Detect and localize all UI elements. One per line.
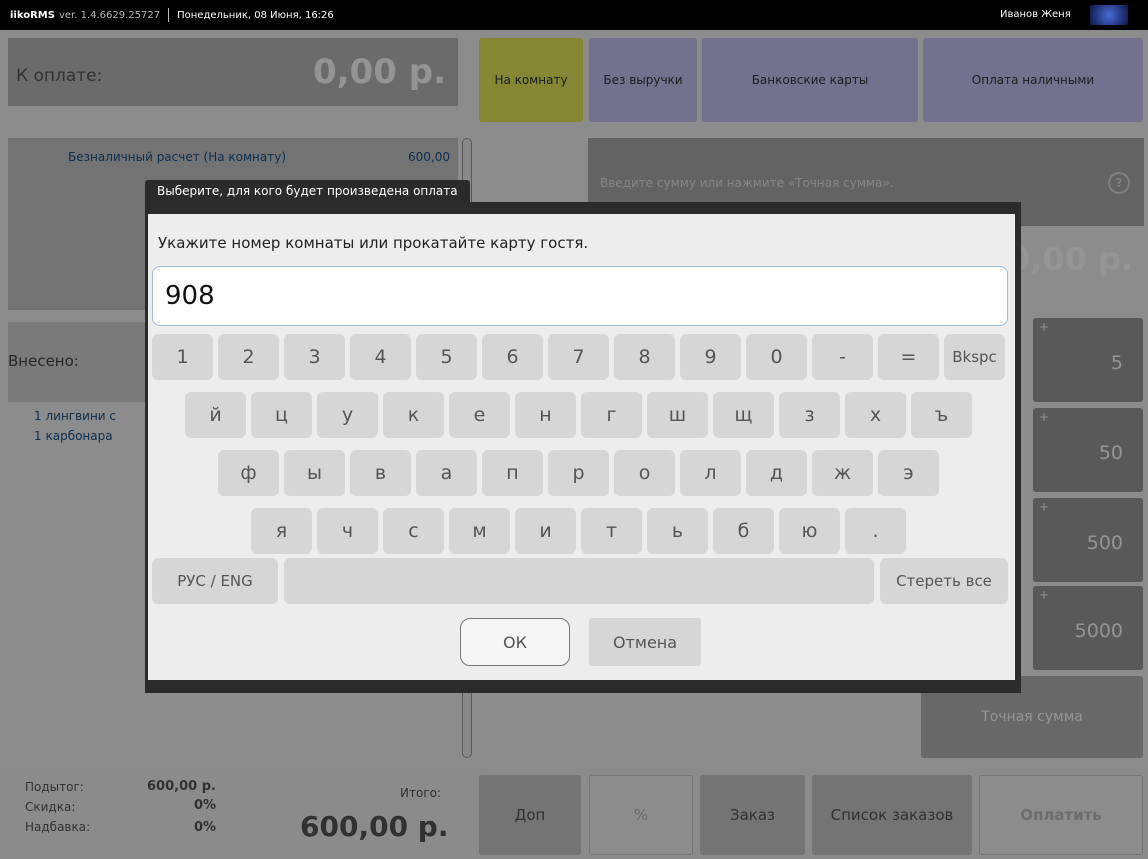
key-row4-2[interactable]: с <box>383 508 444 554</box>
key-row4-9[interactable]: . <box>845 508 906 554</box>
key-row4-8[interactable]: ю <box>779 508 840 554</box>
lang-switch-key[interactable]: РУС / ENG <box>152 558 278 604</box>
help-icon[interactable]: ? <box>1108 172 1130 194</box>
dialog-title: Выберите, для кого будет произведена опл… <box>145 180 470 202</box>
key-row2-10[interactable]: х <box>845 392 906 438</box>
discount-value: 0% <box>194 798 217 813</box>
key-row2-0[interactable]: й <box>185 392 246 438</box>
payment-line-amount: 600,00 <box>408 150 450 164</box>
extra-button[interactable]: Доп <box>479 775 581 855</box>
surcharge-label: Надбавка: <box>25 820 91 834</box>
quick-amount-5-button[interactable]: +5 <box>1033 318 1143 402</box>
datetime: Понедельник, 08 Июня, 16:26 <box>177 9 334 21</box>
total-label: Итого: <box>400 786 441 800</box>
clear-all-key[interactable]: Стереть все <box>880 558 1008 604</box>
key-row1-1[interactable]: 2 <box>218 334 279 380</box>
user-name: Иванов Женя <box>1000 9 1071 20</box>
key-row1-5[interactable]: 6 <box>482 334 543 380</box>
title-bar: iikoRMS ver. 1.4.6629.25727 Понедельник,… <box>0 0 1148 30</box>
key-row4-0[interactable]: я <box>251 508 312 554</box>
key-row3-1[interactable]: ы <box>284 450 345 496</box>
amount-due-label: К оплате: <box>16 66 103 86</box>
ok-button[interactable]: ОК <box>460 618 570 666</box>
discount-label: Скидка: <box>25 800 76 814</box>
payment-line-label[interactable]: Безналичный расчет (На комнату) <box>68 150 286 164</box>
key-row1-12[interactable]: Bkspc <box>944 334 1005 380</box>
quick-amount-500-button[interactable]: +500 <box>1033 498 1143 582</box>
key-row2-6[interactable]: г <box>581 392 642 438</box>
list-item: 1 карбонара <box>34 429 113 443</box>
dialog-prompt: Укажите номер комнаты или прокатайте кар… <box>158 234 589 252</box>
key-row1-3[interactable]: 4 <box>350 334 411 380</box>
quick-amount-50-button[interactable]: +50 <box>1033 408 1143 492</box>
total-value: 600,00 р. <box>300 810 449 843</box>
key-row2-4[interactable]: е <box>449 392 510 438</box>
key-row3-10[interactable]: э <box>878 450 939 496</box>
room-payment-dialog: Выберите, для кого будет произведена опл… <box>145 180 1021 693</box>
key-row1-11[interactable]: = <box>878 334 939 380</box>
key-row4-4[interactable]: и <box>515 508 576 554</box>
paid-panel: Внесено: <box>8 322 148 402</box>
key-row2-2[interactable]: у <box>317 392 378 438</box>
cancel-button[interactable]: Отмена <box>589 618 701 666</box>
key-row2-8[interactable]: щ <box>713 392 774 438</box>
key-row1-7[interactable]: 8 <box>614 334 675 380</box>
entered-amount: 0,00 р. <box>1008 240 1134 278</box>
key-row3-7[interactable]: л <box>680 450 741 496</box>
key-row1-0[interactable]: 1 <box>152 334 213 380</box>
key-row2-3[interactable]: к <box>383 392 444 438</box>
key-row3-8[interactable]: д <box>746 450 807 496</box>
dialog-content: Укажите номер комнаты или прокатайте кар… <box>148 214 1015 680</box>
order-button[interactable]: Заказ <box>700 775 805 855</box>
key-row2-1[interactable]: ц <box>251 392 312 438</box>
divider <box>168 8 170 22</box>
order-list-button[interactable]: Список заказов <box>812 775 972 855</box>
key-row3-9[interactable]: ж <box>812 450 873 496</box>
key-row2-5[interactable]: н <box>515 392 576 438</box>
key-row4-7[interactable]: б <box>713 508 774 554</box>
subtotal-value: 600,00 р. <box>147 779 216 794</box>
pay-button[interactable]: Оплатить <box>979 775 1143 855</box>
method-room-button[interactable]: На комнату <box>479 38 583 122</box>
key-row3-6[interactable]: о <box>614 450 675 496</box>
amount-due-value: 0,00 р. <box>313 52 446 92</box>
key-row3-4[interactable]: п <box>482 450 543 496</box>
surcharge-value: 0% <box>194 820 217 835</box>
key-row1-9[interactable]: 0 <box>746 334 807 380</box>
key-row2-7[interactable]: ш <box>647 392 708 438</box>
key-row2-9[interactable]: з <box>779 392 840 438</box>
app-version: ver. 1.4.6629.25727 <box>58 9 161 21</box>
list-item: 1 лингвини с <box>34 409 117 423</box>
status-orb-icon[interactable] <box>1090 5 1128 25</box>
key-row1-8[interactable]: 9 <box>680 334 741 380</box>
quick-amount-5000-button[interactable]: +5000 <box>1033 586 1143 670</box>
room-number-input[interactable]: 908 <box>152 266 1008 326</box>
key-row4-1[interactable]: ч <box>317 508 378 554</box>
key-row4-3[interactable]: м <box>449 508 510 554</box>
percent-button[interactable]: % <box>589 775 693 855</box>
subtotal-label: Подытог: <box>25 780 84 794</box>
space-key[interactable] <box>284 558 874 604</box>
key-row4-6[interactable]: ь <box>647 508 708 554</box>
key-row1-2[interactable]: 3 <box>284 334 345 380</box>
order-items: 1 лингвини с 1 карбонара <box>8 406 148 446</box>
key-row3-3[interactable]: а <box>416 450 477 496</box>
key-row1-4[interactable]: 5 <box>416 334 477 380</box>
key-row3-0[interactable]: ф <box>218 450 279 496</box>
app-name: iikoRMS <box>10 9 55 21</box>
key-row1-6[interactable]: 7 <box>548 334 609 380</box>
amount-input-placeholder: Введите сумму или нажмите «Точная сумма»… <box>600 176 894 190</box>
amount-due-box: К оплате: 0,00 р. <box>8 38 458 106</box>
key-row2-11[interactable]: ъ <box>911 392 972 438</box>
key-row3-2[interactable]: в <box>350 450 411 496</box>
method-no-revenue-button[interactable]: Без выручки <box>589 38 697 122</box>
method-bank-cards-button[interactable]: Банковские карты <box>702 38 918 122</box>
paid-label: Внесено: <box>8 352 79 370</box>
key-row4-5[interactable]: т <box>581 508 642 554</box>
method-cash-button[interactable]: Оплата наличными <box>923 38 1143 122</box>
key-row1-10[interactable]: - <box>812 334 873 380</box>
key-row3-5[interactable]: р <box>548 450 609 496</box>
